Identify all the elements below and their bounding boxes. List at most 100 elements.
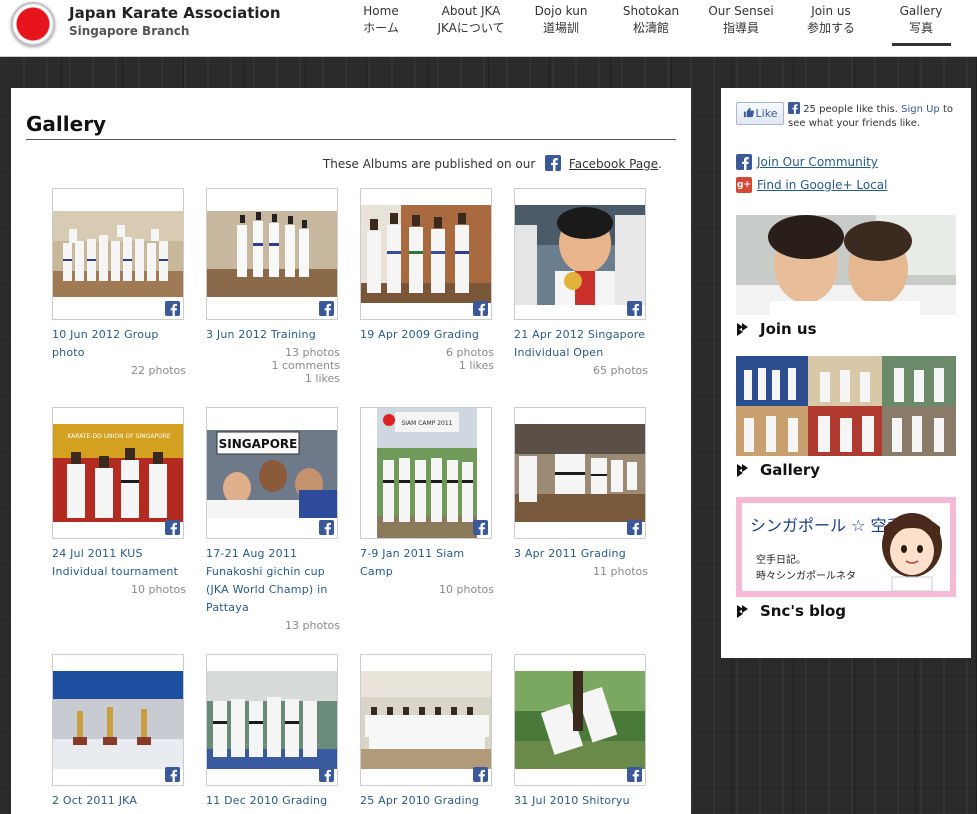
training-photo-image — [207, 211, 337, 297]
facebook-icon — [545, 155, 562, 171]
album-meta: 10 photos — [52, 583, 186, 596]
album-card[interactable]: 21 Apr 2012 Singapore Individual Open 65… — [514, 188, 648, 377]
album-thumbnail[interactable] — [514, 654, 646, 786]
album-photo-count: 11 photos — [593, 565, 648, 578]
album-thumbnail[interactable]: SIAM CAMP 2011 — [360, 407, 492, 539]
blog-banner-line1: 空手日記。 — [756, 553, 806, 566]
trophies-photo-image — [53, 671, 183, 769]
album-title[interactable]: 11 Dec 2010 Grading in — [206, 792, 340, 814]
album-thumbnail[interactable] — [514, 188, 646, 320]
camp-sign-text: SIAM CAMP 2011 — [401, 420, 452, 427]
album-thumbnail[interactable]: KARATE-DO UNION OF SINGAPORE — [52, 407, 184, 539]
album-card[interactable]: 31 Jul 2010 Shitoryu — [514, 654, 648, 810]
album-thumbnail[interactable] — [52, 188, 184, 320]
nav-shotokan[interactable]: Shotokan 松濤館 — [623, 3, 679, 37]
album-comment-count: 1 comments — [271, 359, 341, 372]
group-photo-image — [53, 211, 183, 297]
album-title[interactable]: 21 Apr 2012 Singapore Individual Open — [514, 326, 648, 362]
album-card[interactable]: 19 Apr 2009 Grading 6 photos 1 likes — [360, 188, 494, 372]
gallery-collage-image[interactable] — [736, 356, 956, 456]
album-thumbnail[interactable]: SINGAPORE — [206, 407, 338, 539]
album-thumbnail[interactable] — [206, 188, 338, 320]
album-meta: 13 photos — [206, 619, 340, 632]
blog-banner-line2: 時々シンガポールネタ — [756, 570, 856, 582]
title-divider — [26, 139, 676, 140]
album-title[interactable]: 7-9 Jan 2011 Siam Camp — [360, 545, 494, 581]
facebook-icon — [627, 301, 642, 316]
gallery-heading[interactable]: Gallery — [736, 461, 820, 479]
nav-label-en: About JKA — [441, 4, 501, 18]
gallery-heading-text: Gallery — [760, 461, 821, 479]
album-card[interactable]: SINGAPORE 17-21 Aug 2011 Funakoshi gichi… — [206, 407, 340, 632]
album-title[interactable]: 10 Jun 2012 Group photo — [52, 326, 186, 362]
medal-photo-image — [515, 205, 645, 305]
album-thumbnail[interactable] — [360, 188, 492, 320]
nav-gallery[interactable]: Gallery 写真 — [900, 3, 943, 37]
main-nav: Home ホーム About JKA JKAについて Dojo kun 道場訓 … — [0, 3, 977, 53]
join-us-heading[interactable]: Join us — [736, 320, 817, 338]
blog-banner-image[interactable]: シンガポール ☆ 空手 空手日記。 時々シンガポールネタ — [736, 497, 956, 597]
album-title[interactable]: 3 Apr 2011 Grading — [514, 545, 648, 563]
nav-label-jp: 指導員 — [722, 21, 759, 35]
album-photo-count: 13 photos — [285, 346, 340, 359]
album-photo-count: 65 photos — [593, 364, 648, 377]
facebook-icon — [319, 520, 334, 535]
album-meta: 11 photos — [514, 565, 648, 578]
double-arrow-icon — [737, 464, 748, 477]
album-thumbnail[interactable] — [360, 654, 492, 786]
nav-label-jp: 道場訓 — [542, 21, 579, 35]
funakoshi-cup-photo-image: SINGAPORE — [207, 430, 337, 518]
album-thumbnail[interactable] — [206, 654, 338, 786]
album-meta: 22 photos — [52, 364, 186, 377]
thumbs-up-icon — [743, 107, 754, 121]
album-title[interactable]: 19 Apr 2009 Grading — [360, 326, 494, 344]
album-title[interactable]: 3 Jun 2012 Training — [206, 326, 340, 344]
google-local-link[interactable]: g+ Find in Google+ Local — [736, 177, 887, 193]
site-header: Japan Karate Association Singapore Branc… — [0, 0, 977, 57]
album-title[interactable]: 2 Oct 2011 JKA — [52, 792, 186, 810]
album-title[interactable]: 24 Jul 2011 KUS Individual tournament — [52, 545, 186, 581]
album-card[interactable]: 10 Jun 2012 Group photo 22 photos — [52, 188, 186, 377]
nav-label-en: Gallery — [899, 4, 943, 18]
facebook-page-link[interactable]: Facebook Page — [569, 157, 658, 171]
nav-join-us[interactable]: Join us 参加する — [807, 3, 855, 37]
facebook-icon — [319, 301, 334, 316]
album-like-count: 1 likes — [458, 359, 494, 372]
grading-apr-photo-image — [515, 424, 645, 522]
album-card[interactable]: 2 Oct 2011 JKA — [52, 654, 186, 810]
facebook-icon — [473, 520, 488, 535]
sign-up-link[interactable]: Sign Up — [901, 104, 940, 115]
nav-home[interactable]: Home ホーム — [363, 3, 399, 37]
album-card[interactable]: SIAM CAMP 2011 7-9 Jan 2011 Siam Camp 10… — [360, 407, 494, 596]
singapore-sign-text: SINGAPORE — [219, 437, 298, 451]
nav-our-sensei[interactable]: Our Sensei 指導員 — [708, 3, 773, 37]
join-community-label: Join Our Community — [757, 155, 878, 169]
album-thumbnail[interactable] — [52, 654, 184, 786]
tournament-photo-image: KARATE-DO UNION OF SINGAPORE — [53, 424, 183, 522]
album-card[interactable]: 3 Apr 2011 Grading 11 photos — [514, 407, 648, 578]
album-card[interactable]: KARATE-DO UNION OF SINGAPORE 24 Jul 2011… — [52, 407, 186, 596]
facebook-icon — [788, 102, 800, 114]
album-card[interactable]: 25 Apr 2010 Grading — [360, 654, 494, 810]
album-title[interactable]: 25 Apr 2010 Grading — [360, 792, 494, 810]
join-community-link[interactable]: Join Our Community — [736, 154, 878, 170]
join-us-image[interactable] — [736, 215, 956, 315]
album-title[interactable]: 31 Jul 2010 Shitoryu — [514, 792, 648, 810]
grading-dec-photo-image — [207, 671, 337, 769]
album-photo-count: 10 photos — [131, 583, 186, 596]
nav-label-en: Join us — [811, 4, 851, 18]
blog-heading[interactable]: Snc's blog — [736, 602, 846, 620]
facebook-like-button[interactable]: Like — [736, 102, 784, 125]
album-meta: 65 photos — [514, 364, 648, 377]
album-card[interactable]: 11 Dec 2010 Grading in — [206, 654, 340, 814]
nav-dojo-kun[interactable]: Dojo kun 道場訓 — [535, 3, 588, 37]
album-meta: 13 photos 1 comments 1 likes — [206, 346, 341, 385]
nav-active-indicator — [892, 43, 951, 46]
double-arrow-icon — [737, 605, 748, 618]
album-thumbnail[interactable] — [514, 407, 646, 539]
nav-about-jka[interactable]: About JKA JKAについて — [437, 3, 504, 37]
shitoryu-photo-image — [515, 671, 645, 769]
album-card[interactable]: 3 Jun 2012 Training 13 photos 1 comments… — [206, 188, 340, 385]
album-title[interactable]: 17-21 Aug 2011 Funakoshi gichin cup (JKA… — [206, 545, 340, 617]
published-period: . — [658, 157, 662, 171]
